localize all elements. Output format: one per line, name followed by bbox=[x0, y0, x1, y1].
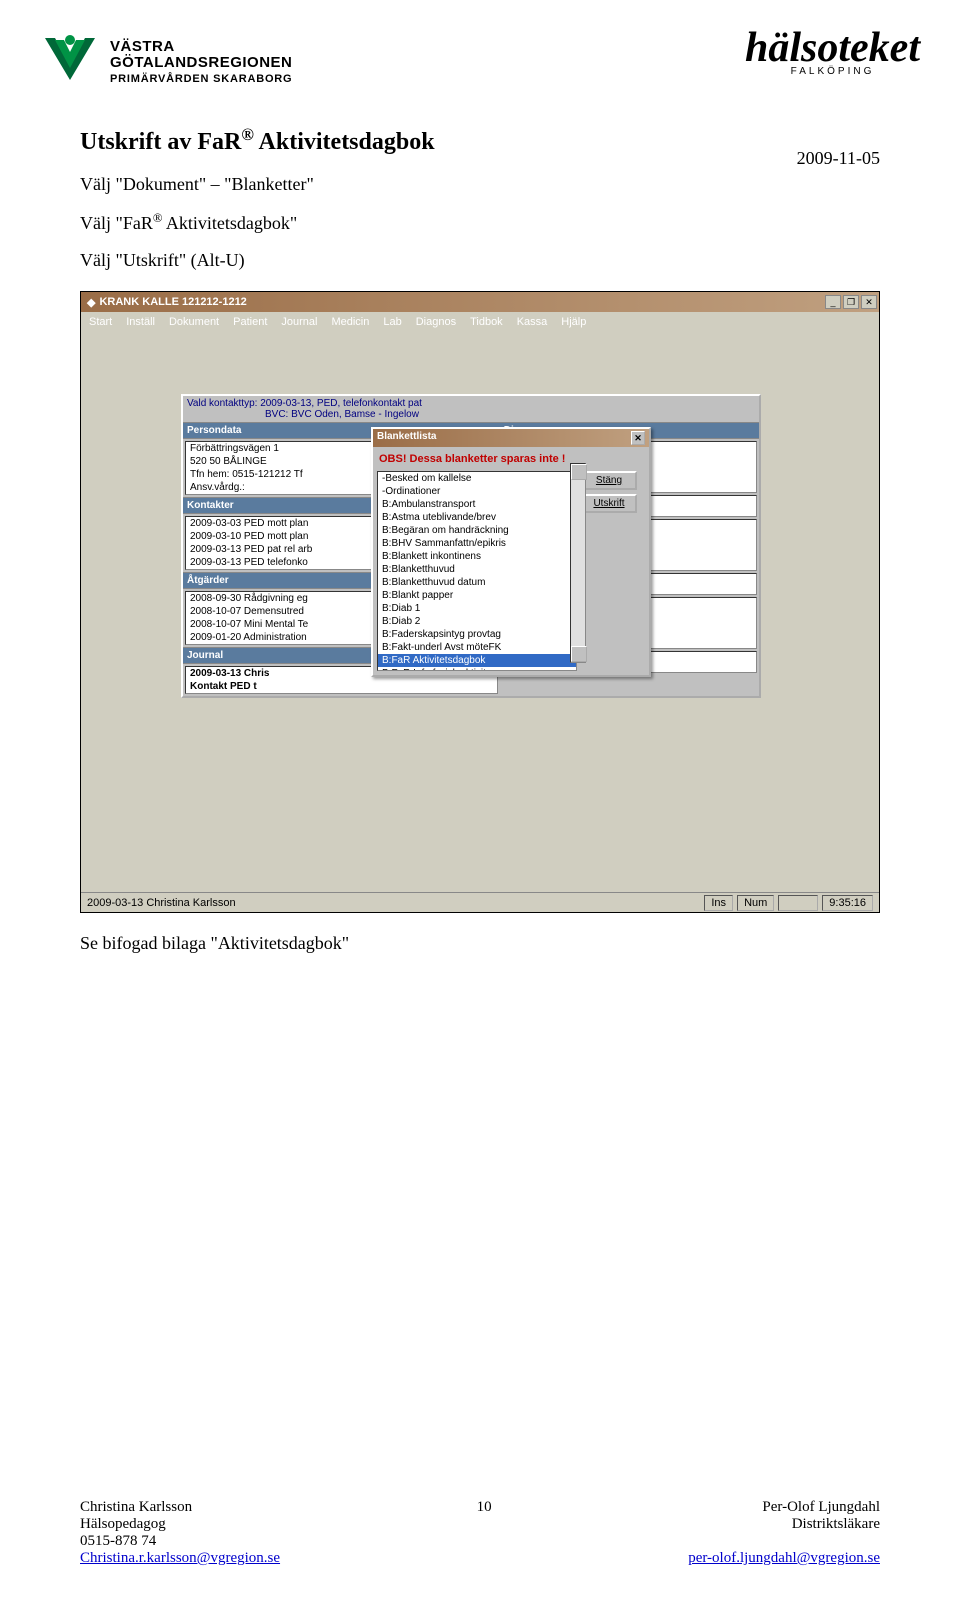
blankettlista-dialog: Blankettlista ✕ OBS! Dessa blanketter sp… bbox=[371, 427, 651, 677]
scrollbar[interactable] bbox=[570, 463, 586, 663]
halso-script: hälsoteket bbox=[745, 30, 920, 68]
list-item[interactable]: B:Fakt-underl Avst möteFK bbox=[378, 641, 576, 654]
window-title: KRANK KALLE 121212-1212 bbox=[99, 296, 246, 308]
list-item[interactable]: B:Blankt papper bbox=[378, 589, 576, 602]
page-number: 10 bbox=[280, 1499, 688, 1567]
vg-mark-icon bbox=[40, 30, 100, 95]
footer-right-email[interactable]: per-olof.ljungdahl@vgregion.se bbox=[688, 1550, 880, 1566]
list-item[interactable]: B:Blankett inkontinens bbox=[378, 550, 576, 563]
menu-item[interactable]: Diagnos bbox=[416, 316, 456, 328]
footer-right-name: Per-Olof Ljungdahl bbox=[688, 1499, 880, 1516]
list-item[interactable]: B:Blanketthuvud bbox=[378, 563, 576, 576]
list-item-selected[interactable]: B:FaR Aktivitetsdagbok bbox=[378, 654, 576, 667]
footer-left-name: Christina Karlsson bbox=[80, 1499, 280, 1516]
list-item[interactable]: B:FaR Info fysisk aktivit bbox=[378, 667, 576, 671]
menu-item[interactable]: Dokument bbox=[169, 316, 219, 328]
menubar[interactable]: Start Inställ Dokument Patient Journal M… bbox=[81, 312, 879, 332]
halsoteket-logo: hälsoteket FALKÖPING bbox=[745, 30, 920, 77]
instruction-1: Välj "Dokument" – "Blanketter" bbox=[80, 174, 880, 195]
print-button[interactable]: Utskrift bbox=[581, 494, 637, 513]
list-item[interactable]: -Besked om kallelse bbox=[378, 472, 576, 485]
page-footer: Christina Karlsson Hälsopedagog 0515-878… bbox=[80, 1499, 880, 1567]
instruction-3: Välj "Utskrift" (Alt-U) bbox=[80, 250, 880, 271]
close-button[interactable]: ✕ bbox=[861, 295, 877, 309]
window-titlebar: ◆ KRANK KALLE 121212-1212 _ ❐ ✕ bbox=[81, 292, 879, 312]
vg-line3: PRIMÄRVÅRDEN SKARABORG bbox=[110, 74, 292, 86]
instruction-2: Välj "FaR® Aktivitetsdagbok" bbox=[80, 211, 880, 234]
footer-right-title: Distriktsläkare bbox=[688, 1516, 880, 1533]
menu-item[interactable]: Tidbok bbox=[470, 316, 503, 328]
vg-line2: GÖTALANDSREGIONEN bbox=[110, 55, 292, 71]
footer-left-title: Hälsopedagog bbox=[80, 1516, 280, 1533]
list-item[interactable]: B:Blanketthuvud datum bbox=[378, 576, 576, 589]
list-item[interactable]: B:Begäran om handräckning bbox=[378, 524, 576, 537]
menu-item[interactable]: Journal bbox=[281, 316, 317, 328]
status-blank bbox=[778, 895, 818, 911]
menu-item[interactable]: Kassa bbox=[517, 316, 548, 328]
menu-item[interactable]: Inställ bbox=[126, 316, 155, 328]
contact-info: Vald kontakttyp: 2009-03-13, PED, telefo… bbox=[183, 396, 759, 422]
minimize-button[interactable]: _ bbox=[825, 295, 841, 309]
app-screenshot: ◆ KRANK KALLE 121212-1212 _ ❐ ✕ Start In… bbox=[80, 291, 880, 913]
menu-item[interactable]: Lab bbox=[383, 316, 401, 328]
vg-line1: VÄSTRA bbox=[110, 39, 292, 55]
list-item[interactable]: -Ordinationer bbox=[378, 485, 576, 498]
dialog-title: Blankettlista bbox=[377, 431, 436, 445]
list-item[interactable]: B:Diab 2 bbox=[378, 615, 576, 628]
app-icon: ◆ bbox=[87, 296, 95, 309]
status-ins: Ins bbox=[704, 895, 733, 911]
menu-item[interactable]: Hjälp bbox=[561, 316, 586, 328]
list-item[interactable]: B:BHV Sammanfattn/epikris bbox=[378, 537, 576, 550]
page-title: Utskrift av FaR® Aktivitetsdagbok bbox=[80, 125, 880, 156]
footer-left-email[interactable]: Christina.r.karlsson@vgregion.se bbox=[80, 1550, 280, 1566]
close-button[interactable]: Stäng bbox=[581, 471, 637, 490]
status-time: 9:35:16 bbox=[822, 895, 873, 911]
menu-item[interactable]: Medicin bbox=[331, 316, 369, 328]
list-item[interactable]: B:Ambulanstransport bbox=[378, 498, 576, 511]
blankett-list[interactable]: -Besked om kallelse -Ordinationer B:Ambu… bbox=[377, 471, 577, 671]
dialog-warning: OBS! Dessa blanketter sparas inte ! bbox=[373, 447, 649, 471]
menu-item[interactable]: Patient bbox=[233, 316, 267, 328]
maximize-button[interactable]: ❐ bbox=[843, 295, 859, 309]
list-item[interactable]: B:Faderskapsintyg provtag bbox=[378, 628, 576, 641]
list-item[interactable]: B:Astma uteblivande/brev bbox=[378, 511, 576, 524]
instruction-after: Se bifogad bilaga "Aktivitetsdagbok" bbox=[80, 933, 880, 954]
dialog-close-button[interactable]: ✕ bbox=[631, 431, 645, 445]
status-num: Num bbox=[737, 895, 774, 911]
menu-item[interactable]: Start bbox=[89, 316, 112, 328]
status-left: 2009-03-13 Christina Karlsson bbox=[87, 897, 236, 909]
statusbar: 2009-03-13 Christina Karlsson Ins Num 9:… bbox=[81, 892, 879, 912]
document-date: 2009-11-05 bbox=[797, 148, 880, 169]
vg-logo: VÄSTRA GÖTALANDSREGIONEN PRIMÄRVÅRDEN SK… bbox=[40, 30, 292, 95]
footer-left-phone: 0515-878 74 bbox=[80, 1533, 280, 1550]
list-item[interactable]: B:Diab 1 bbox=[378, 602, 576, 615]
